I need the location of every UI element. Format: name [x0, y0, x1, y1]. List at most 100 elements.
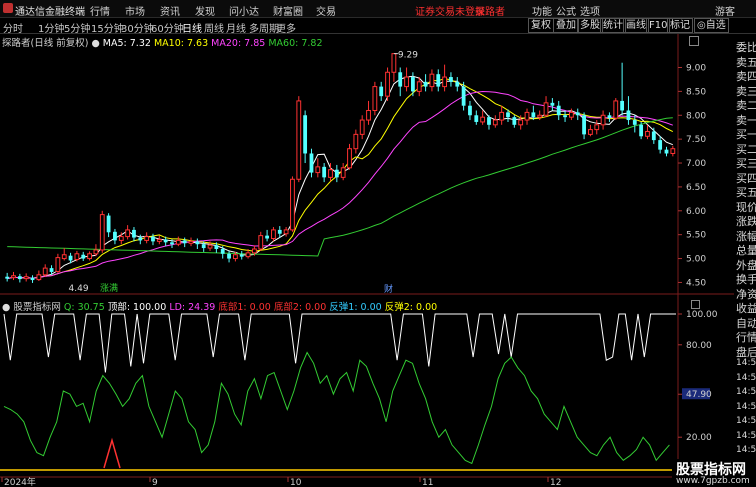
candle-body: [232, 254, 238, 260]
candle-body: [30, 277, 35, 281]
candle-body: [398, 72, 403, 87]
candle-body: [436, 74, 441, 87]
candle-body: [613, 100, 619, 119]
candle-body: [106, 215, 111, 233]
candle-body: [449, 77, 453, 82]
candle-body: [651, 131, 656, 141]
right-quote-panel: 委比 卖五 卖四 卖三 卖二 卖一 买一 买二 买三 买四 买五 现价 涨跌 涨幅 总量 外盘 换手 净资 收益 自动…: [734, 35, 756, 475]
candle-body: [151, 236, 155, 242]
quote-field-label: 14:50: [736, 387, 756, 397]
ind-rebound2: 反弹2: 0.00: [384, 302, 438, 313]
candle-body: [290, 178, 295, 231]
expand-chart-icon[interactable]: [689, 36, 699, 46]
candle-body: [556, 105, 561, 116]
candle-body: [664, 149, 669, 154]
candle-body: [144, 236, 150, 241]
candle-body: [201, 244, 206, 249]
candle-body: [245, 252, 251, 258]
candle-body: [328, 169, 333, 178]
candle-body: [455, 81, 460, 87]
candle-body: [594, 124, 600, 131]
candle-body: [506, 112, 510, 118]
indicator-info: ● 股票指标网 Q: 30.75 顶部: 100.00 LD: 24.39 底部…: [2, 299, 437, 313]
candle-body: [512, 117, 517, 125]
quote-field-label: 14:50: [736, 430, 756, 441]
candle-body: [283, 229, 289, 235]
ind-q-line: [3, 351, 670, 465]
candle-body: [17, 276, 22, 280]
ma10-line: [7, 78, 674, 280]
candle-body: [195, 241, 200, 245]
quote-field-label: 14:50: [736, 416, 756, 426]
candle-body: [588, 129, 593, 135]
ind-top: 顶部: 100.00: [107, 302, 167, 313]
candle-body: [639, 124, 644, 137]
kline-chart-area[interactable]: 9.00 8.50 8.00 7.50 7.00 6.50 6.00 5.50 5.00 4.50…: [0, 0, 734, 487]
candle-body: [42, 267, 48, 276]
cai-marker: 财: [384, 283, 393, 295]
candle-body: [170, 242, 174, 245]
watermark-url: www.7gpzb.com: [676, 476, 750, 486]
indicator-dot-icon: ●: [2, 302, 11, 313]
candle-body: [416, 81, 422, 92]
candle-body: [334, 169, 339, 178]
candle-body: [626, 110, 631, 121]
price-tick-label: 7.50: [686, 135, 706, 145]
x-axis-label: 12: [550, 478, 561, 487]
candle-body: [340, 167, 346, 178]
ind-q: Q: 30.75: [63, 302, 105, 313]
candle-body: [607, 115, 612, 119]
candle-body: [492, 119, 498, 126]
candle-body: [113, 231, 117, 241]
price-tick-label: 5.50: [686, 231, 706, 241]
candle-body: [487, 117, 491, 125]
candle-body: [442, 76, 448, 88]
price-tick-label: 7.00: [686, 159, 706, 169]
price-tick-label: 6.50: [686, 183, 706, 193]
candle-body: [568, 111, 574, 118]
candle-body: [658, 140, 663, 150]
candle-body: [645, 131, 650, 137]
candle-body: [227, 253, 231, 259]
candle-body: [11, 275, 16, 279]
x-axis-label: 10: [290, 478, 302, 487]
candle-body: [5, 276, 10, 279]
candle-body: [61, 254, 67, 260]
candle-body: [531, 112, 536, 118]
candle-body: [468, 105, 472, 116]
x-axis-label: 2024年: [4, 476, 36, 487]
zhangman-marker: 涨满: [100, 283, 118, 294]
candle-body: [207, 244, 213, 249]
candle-body: [550, 102, 555, 106]
candle-body: [265, 235, 269, 239]
candle-body: [132, 229, 136, 238]
candle-body: [524, 111, 530, 121]
ma20-line: [7, 90, 673, 280]
indicator-name[interactable]: 股票指标网: [13, 302, 61, 313]
candle-body: [23, 276, 29, 280]
ind-tick-label: 80.00: [686, 341, 712, 351]
candle-body: [518, 119, 524, 126]
candle-body: [93, 249, 99, 255]
price-tick-label: 6.00: [686, 207, 706, 217]
candle-body: [252, 248, 257, 254]
candle-body: [423, 81, 428, 87]
candle-body: [296, 100, 302, 180]
candle-body: [214, 245, 219, 250]
watermark-logo: 股票指标网 www.7gpzb.com: [672, 459, 756, 487]
candle-body: [81, 254, 86, 259]
x-axis-label: 11: [422, 478, 433, 487]
candle-body: [563, 115, 567, 118]
candle-body: [315, 166, 321, 174]
candle-body: [163, 239, 168, 243]
low-price-label: 4.49: [69, 284, 89, 294]
candle-body: [156, 238, 162, 242]
candle-body: [99, 214, 105, 251]
ind-tick-label: 100.00: [686, 310, 718, 320]
ma60-line: [7, 117, 673, 257]
candle-body: [411, 77, 415, 92]
candle-body: [36, 274, 42, 281]
chart-settings-icon[interactable]: [691, 300, 700, 309]
candle-body: [239, 254, 244, 257]
ind-top-line: [3, 313, 676, 373]
